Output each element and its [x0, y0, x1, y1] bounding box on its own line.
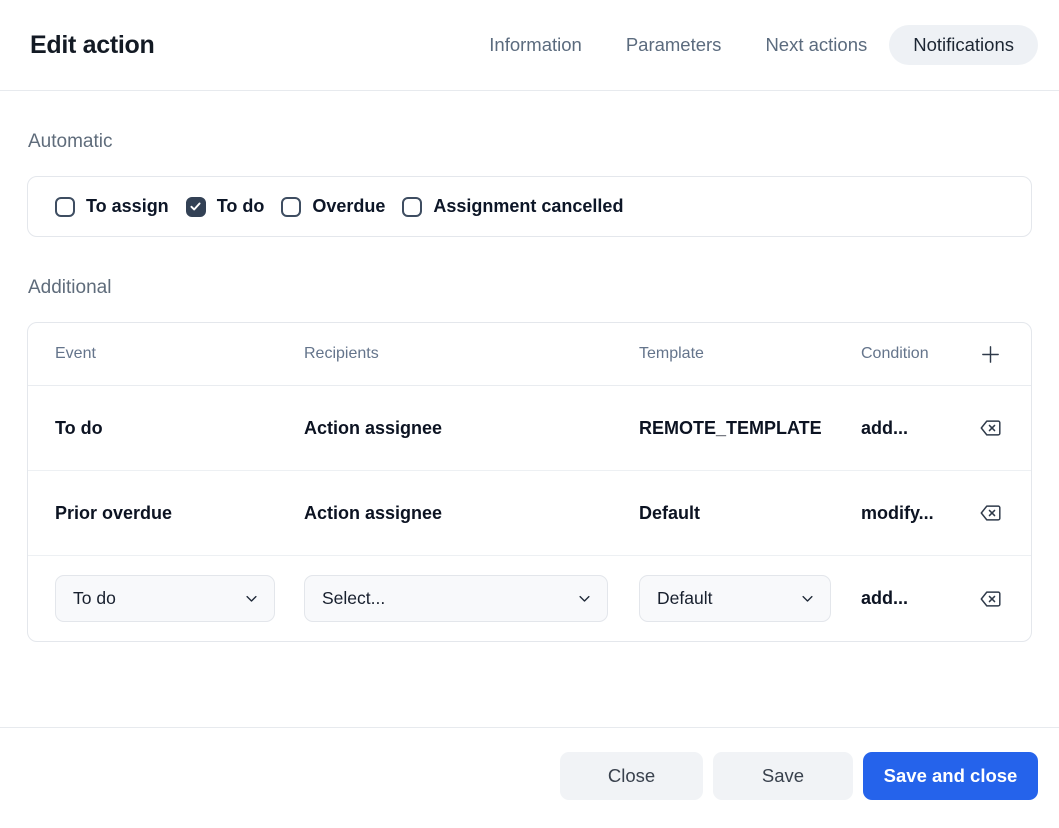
delete-row-button[interactable] [976, 500, 1004, 526]
backspace-icon [978, 502, 1002, 524]
table-header-row: Event Recipients Template Condition [28, 323, 1031, 386]
backspace-icon [978, 588, 1002, 610]
automatic-section-label: Automatic [28, 130, 1031, 154]
column-header-event: Event [55, 345, 304, 363]
checkbox-label: To do [217, 196, 265, 217]
select-value: Default [657, 588, 712, 609]
checkbox-label: To assign [86, 196, 169, 217]
recipients-select[interactable]: Select... [304, 575, 608, 622]
automatic-events-card: To assign To do Overdue Assignment cance… [27, 176, 1032, 237]
checkbox-box [281, 197, 301, 217]
template-select[interactable]: Default [639, 575, 831, 622]
column-header-condition: Condition [861, 345, 965, 363]
dialog-body: Automatic To assign To do Overdue Assign… [0, 130, 1059, 642]
cell-event: Prior overdue [55, 503, 304, 524]
chevron-down-icon [577, 591, 592, 606]
checkbox-box [55, 197, 75, 217]
checkbox-to-assign[interactable]: To assign [55, 196, 169, 217]
additional-section-label: Additional [28, 276, 1031, 300]
tab-notifications[interactable]: Notifications [889, 25, 1038, 65]
dialog-header: Edit action Information Parameters Next … [0, 0, 1059, 91]
cell-template: Default [639, 503, 861, 524]
dialog-footer: Close Save Save and close [0, 727, 1059, 800]
tab-information[interactable]: Information [467, 25, 604, 65]
chevron-down-icon [800, 591, 815, 606]
cell-recipients: Action assignee [304, 503, 639, 524]
select-value: To do [73, 588, 116, 609]
checkbox-to-do[interactable]: To do [186, 196, 265, 217]
page-title: Edit action [30, 31, 154, 60]
table-editor-row: To do Select... Default add.. [28, 556, 1031, 641]
tab-parameters[interactable]: Parameters [604, 25, 744, 65]
table-row: Prior overdue Action assignee Default mo… [28, 471, 1031, 556]
delete-row-button[interactable] [976, 586, 1004, 612]
save-button[interactable]: Save [713, 752, 853, 800]
table-row: To do Action assignee REMOTE_TEMPLATE ad… [28, 386, 1031, 471]
close-button[interactable]: Close [560, 752, 703, 800]
cell-event: To do [55, 418, 304, 439]
chevron-down-icon [244, 591, 259, 606]
checkbox-assignment-cancelled[interactable]: Assignment cancelled [402, 196, 623, 217]
cell-recipients: Action assignee [304, 418, 639, 439]
cell-template: REMOTE_TEMPLATE [639, 418, 861, 439]
column-header-recipients: Recipients [304, 345, 639, 363]
edit-action-dialog: Edit action Information Parameters Next … [0, 0, 1059, 800]
column-header-template: Template [639, 345, 861, 363]
add-row-button[interactable] [977, 341, 1004, 368]
checkbox-overdue[interactable]: Overdue [281, 196, 385, 217]
tab-next-actions[interactable]: Next actions [743, 25, 889, 65]
tab-bar: Information Parameters Next actions Noti… [467, 25, 1038, 65]
checkbox-label: Overdue [312, 196, 385, 217]
plus-icon [979, 343, 1002, 366]
backspace-icon [978, 417, 1002, 439]
cell-condition[interactable]: modify... [861, 503, 965, 524]
delete-row-button[interactable] [976, 415, 1004, 441]
cell-condition[interactable]: add... [861, 418, 965, 439]
select-placeholder: Select... [322, 588, 385, 609]
check-icon [189, 200, 202, 213]
event-select[interactable]: To do [55, 575, 275, 622]
cell-condition[interactable]: add... [861, 588, 965, 609]
notifications-table: Event Recipients Template Condition To d… [27, 322, 1032, 642]
save-and-close-button[interactable]: Save and close [863, 752, 1038, 800]
checkbox-box [186, 197, 206, 217]
checkbox-box [402, 197, 422, 217]
checkbox-label: Assignment cancelled [433, 196, 623, 217]
